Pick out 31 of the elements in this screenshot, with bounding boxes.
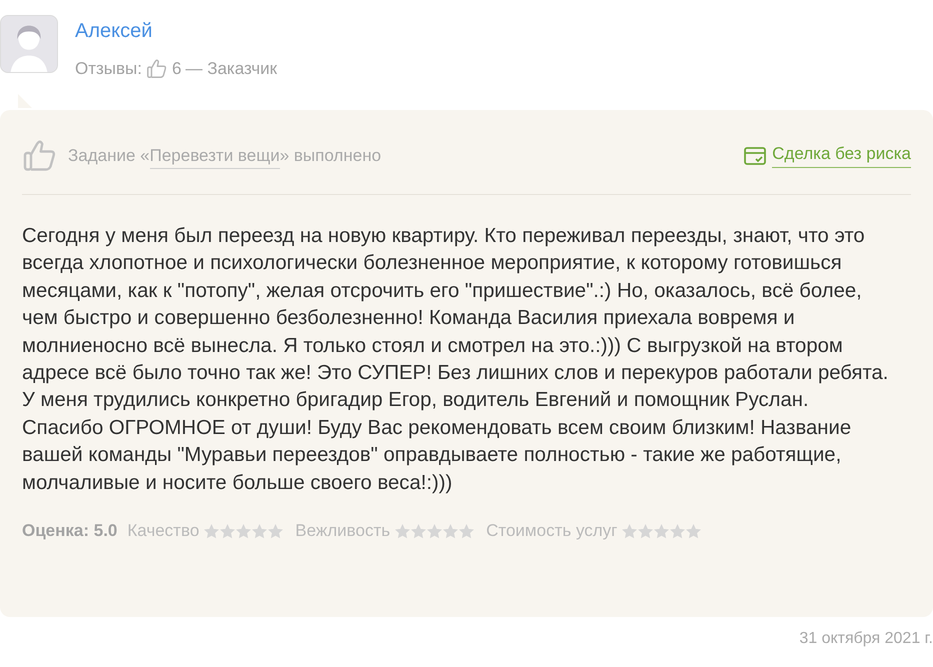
avatar xyxy=(0,15,58,73)
star-icon xyxy=(411,524,426,539)
thumbs-up-icon xyxy=(146,58,168,80)
star-icon xyxy=(638,524,654,539)
star-icon xyxy=(220,524,236,539)
rating-score: Оценка: 5.0 xyxy=(22,521,118,542)
task-status: Задание «Перевезти вещи» выполнено xyxy=(68,146,382,166)
star-icon xyxy=(654,524,670,539)
star-icon xyxy=(395,524,410,539)
star-icon xyxy=(268,524,284,539)
star-icon xyxy=(622,524,638,539)
reviews-label: Отзывы: xyxy=(75,59,142,79)
review-date: 31 октября 2021 г. xyxy=(799,630,933,648)
star-icon xyxy=(427,524,442,539)
rating-label: Качество xyxy=(127,521,200,542)
author-name[interactable]: Алексей xyxy=(75,20,152,43)
star-icon xyxy=(686,524,702,539)
card-icon xyxy=(744,147,766,165)
star-icon xyxy=(670,524,686,539)
reviews-count: 6 xyxy=(172,59,182,79)
author-role: — Заказчик xyxy=(185,59,278,79)
star-icon xyxy=(252,524,268,539)
rating-label: Вежливость xyxy=(295,521,390,542)
star-icon xyxy=(459,524,474,539)
star-icon xyxy=(236,524,252,539)
task-link[interactable]: Перевезти вещи xyxy=(150,146,280,169)
safe-deal-link[interactable]: Сделка без риска xyxy=(772,144,911,168)
star-icon xyxy=(443,524,458,539)
star-icon xyxy=(204,524,220,539)
rating-label: Стоимость услуг xyxy=(486,521,618,542)
review-text: Сегодня у меня был переезд на новую квартиру. Кто переживал переезды, знают, что это всегда хлопотное и психологически болезненное мероприятие, к которому готовишься месяцами, как к "потопу", желая отсрочить его "пришествие".:) Но, оказалось, всё более, чем быстро и совершенно безболезненно! Команда Василия приехала вовремя и молниеносно всё вынесла. Я только стоял и смотрел на это.:))) С выгрузкой на втором адресе всё было точно так же! Это СУПЕР! Без лишних слов и перекуров работали ребята. У меня трудились конкретно бригадир Егор, водитель Евгений и помощник Руслан. Спасибо ОГРОМНОЕ от души! Буду Вас рекомендовать всем своим близким! Название вашей команды "Муравьи переездов" оправдываете полностью - такие же работящие, молчаливые и носите больше своего веса!:))) xyxy=(22,224,890,496)
